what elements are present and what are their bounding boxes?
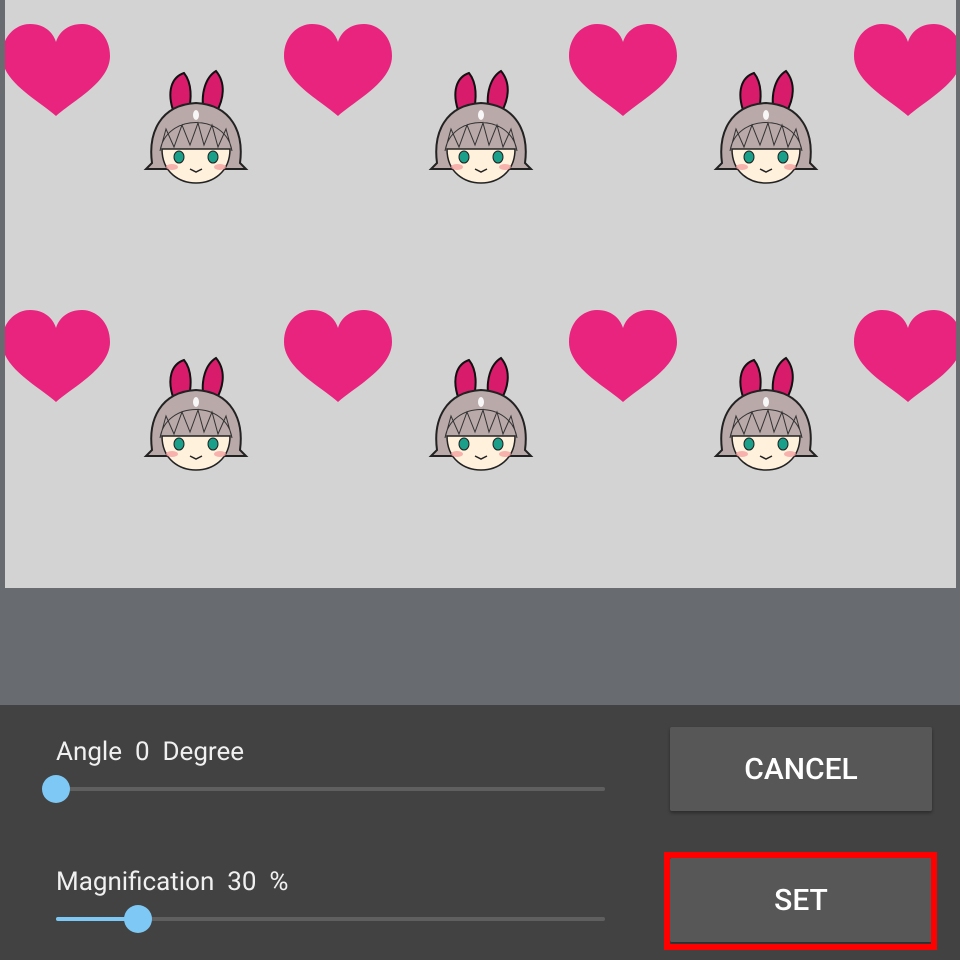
cancel-button[interactable]: CANCEL <box>670 727 932 811</box>
angle-slider-track[interactable] <box>56 787 605 791</box>
pattern-canvas <box>5 24 956 471</box>
magnification-value: 30 <box>227 867 257 897</box>
angle-unit: Degree <box>162 737 245 767</box>
heart-icon <box>5 24 110 116</box>
angle-label-row: Angle 0 Degree <box>56 737 244 767</box>
angle-slider[interactable] <box>42 774 605 804</box>
heart-icon <box>569 24 677 116</box>
pattern-preview-area <box>0 0 960 705</box>
heart-icon <box>5 310 110 402</box>
magnification-label: Magnification <box>56 867 215 897</box>
bunny-girl-icon <box>428 356 534 471</box>
angle-label: Angle <box>56 737 123 767</box>
heart-icon <box>284 24 392 116</box>
magnification-slider[interactable] <box>56 904 605 934</box>
bunny-girl-icon <box>428 69 534 184</box>
heart-icon <box>569 310 677 402</box>
magnification-label-row: Magnification 30 % <box>56 867 288 897</box>
bunny-girl-icon <box>713 69 819 184</box>
magnification-unit: % <box>269 867 289 897</box>
bunny-girl-icon <box>143 356 249 471</box>
heart-icon <box>854 310 956 402</box>
bunny-girl-icon <box>143 69 249 184</box>
set-button-highlight <box>664 852 937 950</box>
bunny-girl-icon <box>713 356 819 471</box>
tiled-pattern-preview <box>5 0 956 588</box>
heart-icon <box>284 310 392 402</box>
angle-value: 0 <box>134 737 150 767</box>
angle-slider-thumb[interactable] <box>42 775 70 803</box>
magnification-slider-thumb[interactable] <box>124 905 153 933</box>
heart-icon <box>854 24 956 116</box>
